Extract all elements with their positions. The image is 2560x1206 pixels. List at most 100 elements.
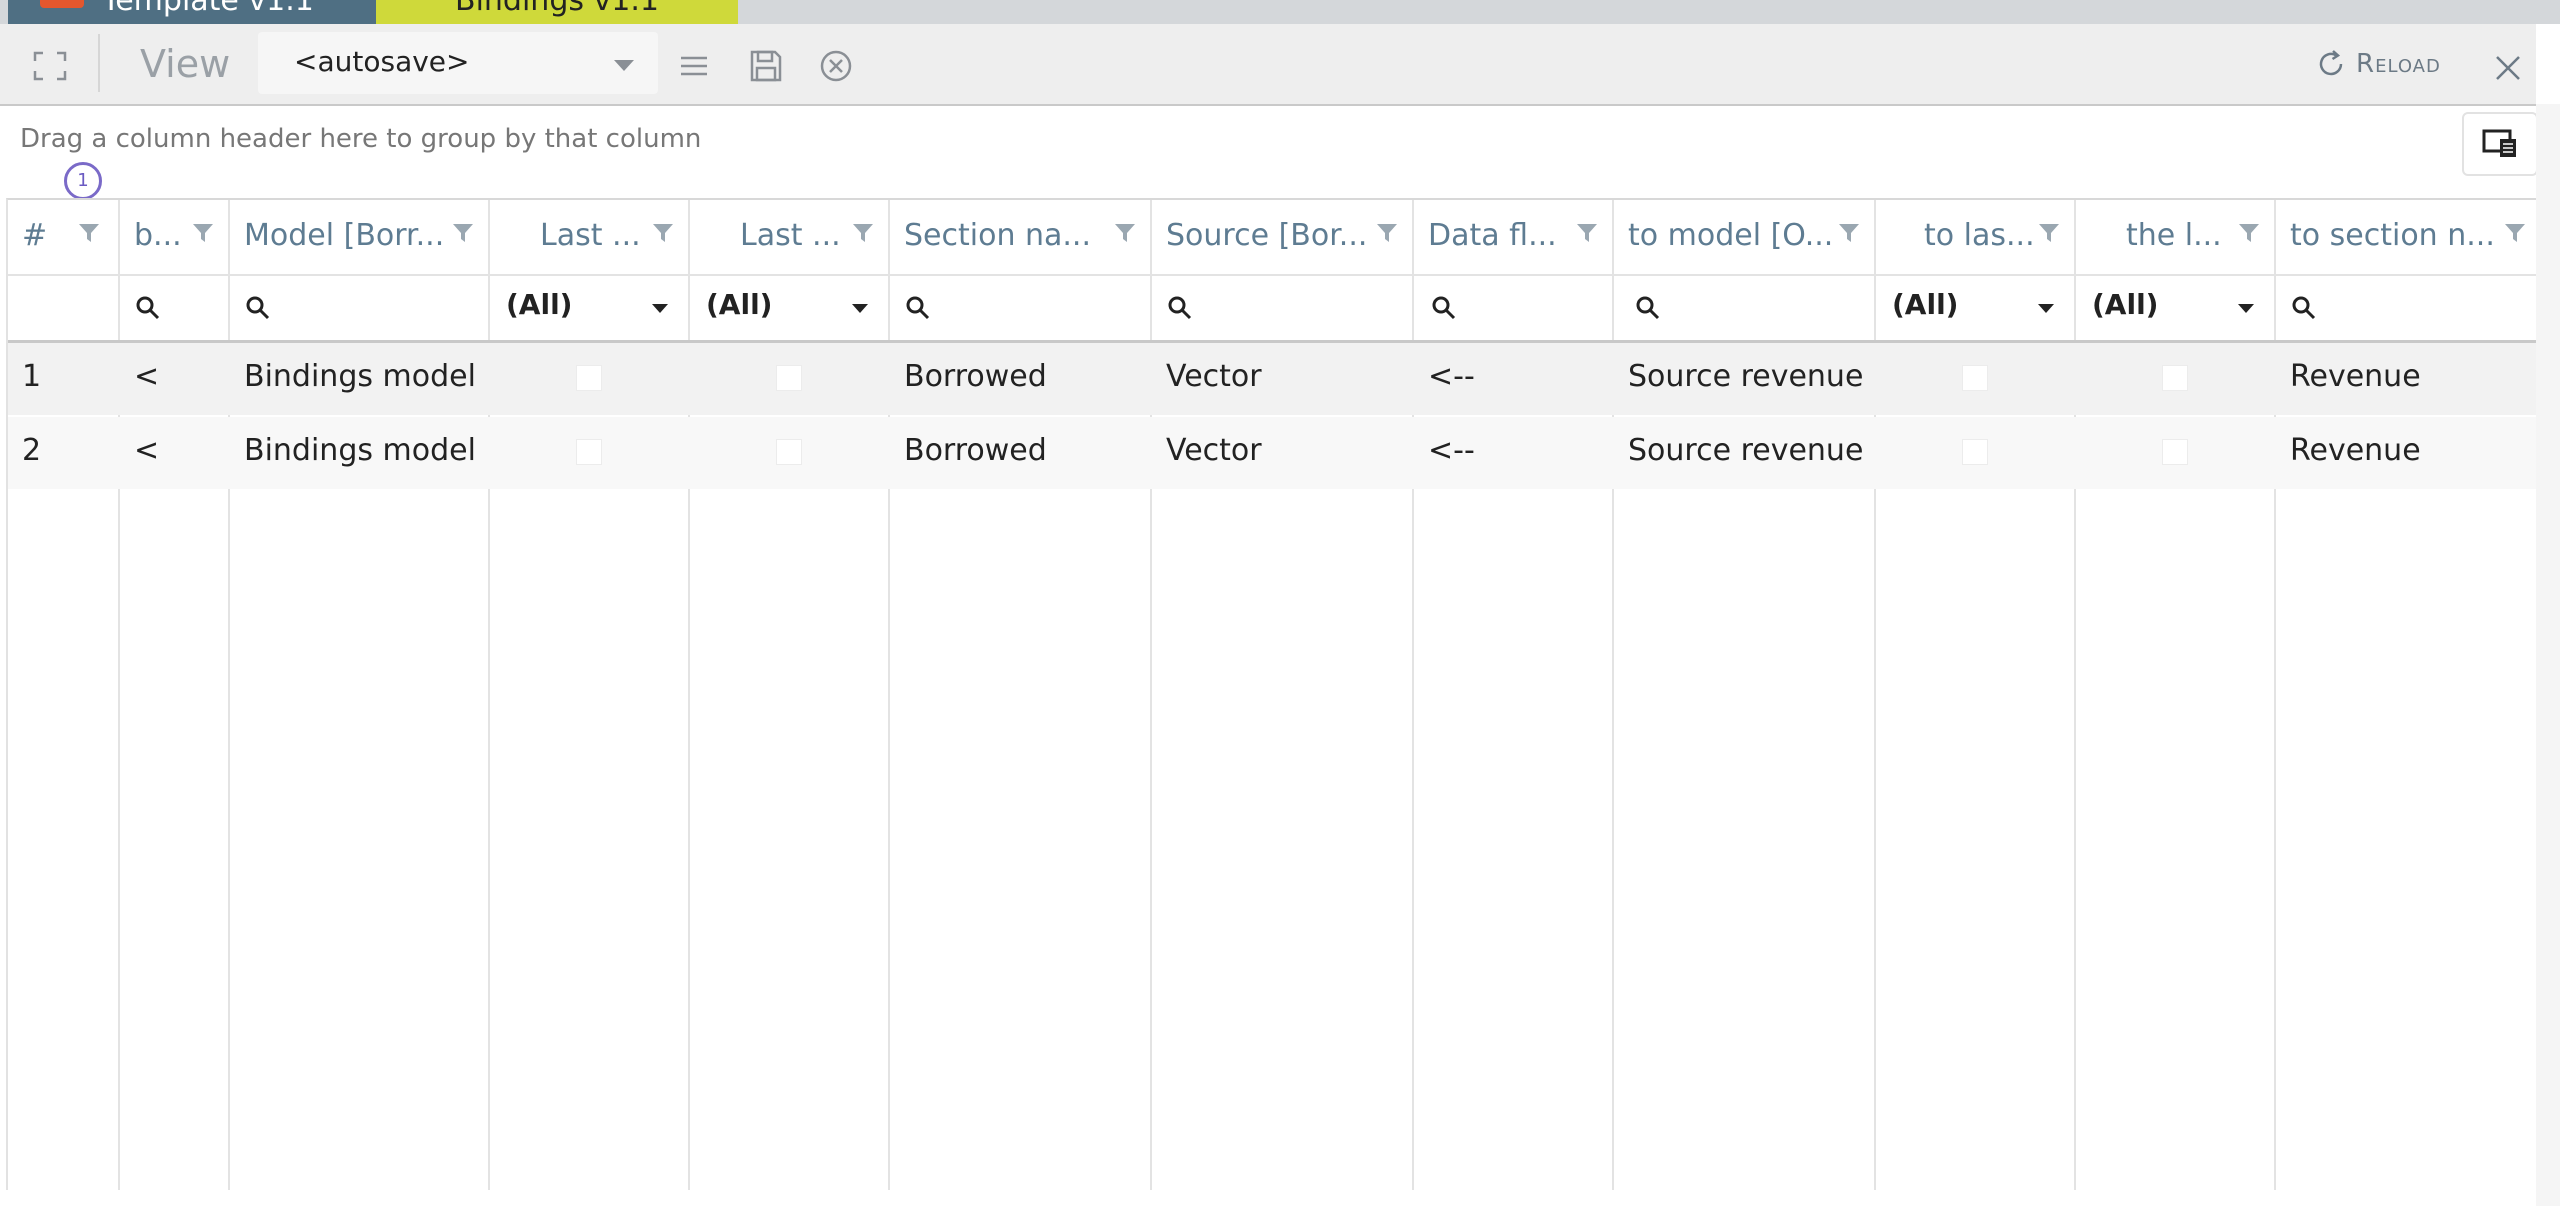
- chevron-down-icon: [2038, 304, 2054, 313]
- filter-dropdown-value: (All): [1892, 288, 1959, 321]
- checkbox-the-l[interactable]: [2162, 365, 2188, 391]
- view-select[interactable]: <autosave>: [258, 32, 658, 94]
- column-header-the-l[interactable]: the l...: [2076, 200, 2274, 274]
- cell-section-name: Borrowed: [904, 359, 1047, 394]
- filter-cell-data-flow[interactable]: [1414, 276, 1612, 340]
- cell-source: Vector: [1166, 433, 1262, 468]
- save-button[interactable]: [744, 44, 788, 88]
- cell-data-flow: <--: [1428, 433, 1475, 468]
- view-label: View: [140, 42, 231, 86]
- cancel-circle-icon: [820, 50, 852, 82]
- column-header-data-flow[interactable]: Data fl...: [1414, 200, 1612, 274]
- column-chooser-icon: [2482, 129, 2516, 157]
- table-row[interactable]: 2 < Bindings model Borrowed Vector <-- S…: [8, 417, 2536, 489]
- filter-icon[interactable]: [1114, 222, 1136, 244]
- search-icon: [1168, 296, 1192, 320]
- checkbox-last-1[interactable]: [576, 365, 602, 391]
- chevron-down-icon: [852, 304, 868, 313]
- filter-icon[interactable]: [1376, 222, 1398, 244]
- filter-dropdown-the-l[interactable]: (All): [2076, 276, 2274, 340]
- filter-dropdown-last-2[interactable]: (All): [690, 276, 888, 340]
- save-icon: [750, 50, 782, 82]
- filter-cell-b[interactable]: [120, 276, 228, 340]
- filter-icon[interactable]: [1576, 222, 1598, 244]
- filter-cell-to-section-name[interactable]: [2276, 276, 2536, 340]
- tab-strip: Template v1.1 Bindings v1.1: [0, 0, 2560, 24]
- filter-icon[interactable]: [192, 222, 214, 244]
- checkbox-last-2[interactable]: [776, 365, 802, 391]
- filter-dropdown-to-last[interactable]: (All): [1876, 276, 2074, 340]
- cell-number: 1: [22, 359, 42, 394]
- cell-to-model: Source revenue: [1628, 359, 1864, 394]
- discard-button[interactable]: [814, 44, 858, 88]
- tab-bindings[interactable]: Bindings v1.1: [376, 0, 738, 24]
- cell-b: <: [134, 359, 160, 394]
- column-header-label: Last ...: [740, 218, 841, 253]
- column-header-label: the l...: [2126, 218, 2222, 253]
- filter-cell-source[interactable]: [1152, 276, 1412, 340]
- filter-icon[interactable]: [852, 222, 874, 244]
- column-header-to-section-name[interactable]: to section n...: [2276, 200, 2536, 274]
- column-header-label: Data fl...: [1428, 218, 1557, 253]
- filter-cell-to-model[interactable]: [1614, 276, 1874, 340]
- reload-icon: [2319, 50, 2343, 76]
- expand-button[interactable]: [26, 48, 74, 84]
- cell-b: <: [134, 433, 160, 468]
- tab-template[interactable]: Template v1.1: [8, 0, 376, 24]
- filter-icon[interactable]: [1838, 222, 1860, 244]
- filter-icon[interactable]: [78, 222, 100, 244]
- reload-button[interactable]: Reload: [2316, 42, 2462, 86]
- column-header-section-name[interactable]: Section na...: [890, 200, 1150, 274]
- chevron-down-icon: [2238, 304, 2254, 313]
- filter-cell-model[interactable]: [230, 276, 488, 340]
- column-header-source[interactable]: Source [Bor...: [1152, 200, 1412, 274]
- filter-cell-section-name[interactable]: [890, 276, 1150, 340]
- checkbox-the-l[interactable]: [2162, 439, 2188, 465]
- filter-dropdown-value: (All): [2092, 288, 2159, 321]
- filter-icon[interactable]: [2038, 222, 2060, 244]
- hamburger-icon: [681, 56, 707, 76]
- column-header-label: b...: [134, 218, 182, 253]
- column-chooser-button[interactable]: [2462, 112, 2538, 176]
- column-header-to-last[interactable]: to las...: [1876, 200, 2074, 274]
- checkbox-to-last[interactable]: [1962, 439, 1988, 465]
- column-header-model[interactable]: Model [Borr...: [230, 200, 488, 274]
- table-row[interactable]: 1 < Bindings model Borrowed Vector <-- S…: [8, 343, 2536, 415]
- cell-to-model: Source revenue: [1628, 433, 1864, 468]
- search-icon: [1432, 296, 1456, 320]
- column-header-b[interactable]: b...: [120, 200, 228, 274]
- column-header-label: Section na...: [904, 218, 1092, 253]
- column-header-label: to las...: [1924, 218, 2035, 253]
- column-header-last-2[interactable]: Last ...: [690, 200, 888, 274]
- filter-icon[interactable]: [2504, 222, 2526, 244]
- filter-icon[interactable]: [452, 222, 474, 244]
- expand-icon: [33, 51, 67, 81]
- cell-to-section-name: Revenue: [2290, 433, 2421, 468]
- reload-label: Reload: [2356, 49, 2441, 79]
- search-icon: [2292, 296, 2316, 320]
- data-grid: # b... Model [Borr... Last ... Last ... …: [6, 198, 2536, 1190]
- search-icon: [136, 296, 160, 320]
- column-header-to-model[interactable]: to model [O...: [1614, 200, 1874, 274]
- cell-model: Bindings model: [244, 433, 476, 468]
- cell-number: 2: [22, 433, 42, 468]
- column-header-last-1[interactable]: Last ...: [490, 200, 688, 274]
- filter-dropdown-last-1[interactable]: (All): [490, 276, 688, 340]
- filter-icon[interactable]: [2238, 222, 2260, 244]
- checkbox-last-2[interactable]: [776, 439, 802, 465]
- vertical-scrollbar[interactable]: [2536, 104, 2560, 1206]
- column-header-label: to section n...: [2290, 218, 2495, 253]
- filter-icon[interactable]: [652, 222, 674, 244]
- column-header-number[interactable]: #: [8, 200, 118, 274]
- tab-template-label: Template v1.1: [102, 0, 314, 18]
- menu-button[interactable]: [672, 46, 716, 86]
- cell-source: Vector: [1166, 359, 1262, 394]
- group-panel[interactable]: Drag a column header here to group by th…: [8, 106, 2538, 196]
- filter-dropdown-value: (All): [506, 288, 573, 321]
- close-button[interactable]: [2486, 46, 2530, 90]
- checkbox-last-1[interactable]: [576, 439, 602, 465]
- group-panel-hint: Drag a column header here to group by th…: [20, 124, 702, 154]
- close-icon: [2496, 56, 2520, 80]
- toolbar-separator: [98, 34, 100, 92]
- checkbox-to-last[interactable]: [1962, 365, 1988, 391]
